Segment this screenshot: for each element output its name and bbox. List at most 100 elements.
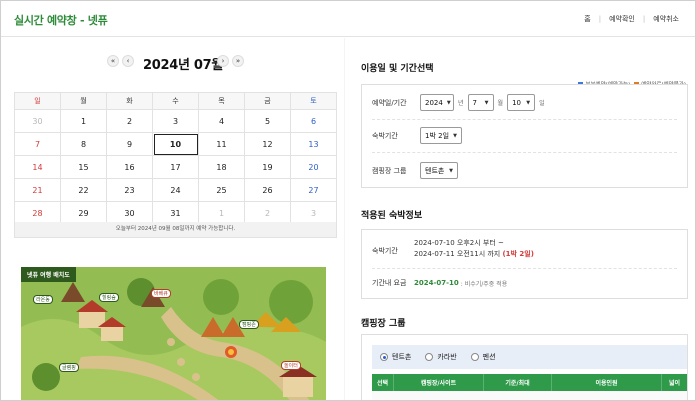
weekday-header: 수 (152, 92, 199, 110)
calendar-day-cell: 6 (290, 109, 337, 133)
calendar-table: 일 월 화 수 목 금 토 30 1 2 3 4 5 6 7 8 9 10 11… (14, 92, 337, 225)
calendar-day-cell: 8 (60, 132, 107, 156)
calendar-day-cell[interactable]: 23 (106, 178, 153, 202)
selection-box: 예약일/기간 2024 ▼ 년 7 ▼ 월 10 ▼ 일 숙박기간 1박 2일 … (361, 84, 688, 188)
chevron-down-icon: ▼ (526, 99, 531, 106)
calendar-day-cell[interactable]: 26 (244, 178, 291, 202)
stay-info-box: 숙박기간 2024-07-10 오후2시 부터 ~ 2024-07-11 오전1… (361, 229, 688, 299)
last-month-button[interactable]: » (232, 55, 244, 67)
weekday-header-row: 일 월 화 수 목 금 토 (14, 92, 337, 110)
weekday-header: 월 (60, 92, 107, 110)
rate-date: 2024-07-10 (414, 279, 459, 287)
radio-option-caravan[interactable]: 카라반 (425, 352, 457, 362)
stay-period-label: 숙박기간 (372, 247, 398, 255)
calendar-day-cell: 30 (14, 109, 61, 133)
nav-reservation-cancel-link[interactable]: 예약취소 (645, 14, 687, 24)
calendar-day-cell[interactable]: 17 (152, 155, 199, 179)
nights-value: 1박 2일 (425, 131, 450, 140)
month-unit: 월 (497, 100, 504, 107)
site-title[interactable]: 실시간 예약창 - 넷퓨 (14, 12, 108, 28)
map-label[interactable]: 바베큐 (151, 289, 171, 298)
column-header: 넓이 (668, 380, 681, 387)
rate-label: 기간내 요금 (372, 279, 407, 287)
weekday-header: 금 (244, 92, 291, 110)
calendar-day-cell[interactable]: 15 (60, 155, 107, 179)
radio-label: 텐트촌 (392, 353, 412, 361)
group-row: 캠핑장 그룹 텐트촌 ▼ (372, 162, 458, 179)
weekday-header: 목 (198, 92, 245, 110)
map-label[interactable]: 놀이터 (281, 361, 301, 370)
calendar-day-cell[interactable]: 19 (244, 155, 291, 179)
map-label[interactable]: 글램핑 (59, 363, 79, 372)
radio-option-pension[interactable]: 펜션 (470, 352, 496, 362)
browser-frame: 실시간 예약창 - 넷퓨 홈 | 예약확인 | 예약취소 « ‹ 2024년 0… (0, 0, 696, 401)
map-label[interactable]: 캠핑존 (239, 320, 259, 329)
campsite-table-header: 선택 캠핑장/사이트 기준/최대 이용인원 넓이 (372, 374, 687, 391)
calendar-day-cell[interactable]: 13 (290, 132, 337, 156)
chevron-down-icon: ▼ (484, 99, 489, 106)
stay-info-section-title: 적용된 숙박정보 (361, 211, 423, 221)
stay-end-text: 2024-07-11 오전11시 까지 (414, 250, 501, 258)
year-value: 2024 (425, 98, 443, 107)
calendar-day-cell[interactable]: 22 (60, 178, 107, 202)
calendar-availability-note: 오늘부터 2024년 09월 08일까지 예약 가능합니다. (14, 222, 337, 238)
calendar-day-cell[interactable]: 21 (14, 178, 61, 202)
rate-row: 기간내 요금 2024-07-10 : 비수기/주중 적용 (372, 278, 507, 288)
calendar-day-cell[interactable]: 11 (198, 132, 245, 156)
top-nav: 홈 | 예약확인 | 예약취소 (576, 14, 687, 24)
calendar-day-cell[interactable]: 20 (290, 155, 337, 179)
radio-unchecked-icon[interactable] (470, 353, 479, 361)
selection-section-title: 이용일 및 기간선택 (361, 64, 434, 74)
nights-label: 숙박기간 (372, 131, 398, 140)
column-header: 선택 (372, 374, 394, 391)
camp-group-section-title: 캠핑장 그룹 (361, 319, 406, 329)
radio-option-tent[interactable]: 텐트촌 (380, 352, 411, 362)
rate-description: : 비수기/주중 적용 (460, 280, 508, 288)
calendar-day-cell[interactable]: 18 (198, 155, 245, 179)
calendar-day-cell: 2 (106, 109, 153, 133)
year-unit: 년 (458, 100, 464, 107)
weekday-header: 일 (14, 92, 61, 110)
calendar-month-title: 2024년 07월 (143, 58, 224, 73)
radio-label: 카라반 (437, 353, 457, 361)
stay-period-row: 숙박기간 2024-07-10 오후2시 부터 ~ 2024-07-11 오전1… (372, 238, 534, 260)
nav-reservation-check-link[interactable]: 예약확인 (601, 14, 643, 24)
nights-select[interactable]: 1박 2일 ▼ (420, 127, 462, 144)
calendar-day-cell[interactable]: 14 (14, 155, 61, 179)
calendar-day-cell[interactable]: 16 (106, 155, 153, 179)
next-month-button[interactable]: › (217, 55, 229, 67)
year-select[interactable]: 2024 ▼ (420, 94, 454, 111)
day-select[interactable]: 10 ▼ (507, 94, 536, 111)
first-month-button[interactable]: « (107, 55, 119, 67)
calendar-day-cell: 7 (14, 132, 61, 156)
column-header: 캠핑장/사이트 (394, 374, 484, 391)
divider (372, 268, 677, 269)
campsite-map-illustration (21, 267, 326, 400)
calendar-day-cell[interactable]: 12 (244, 132, 291, 156)
prev-month-button[interactable]: ‹ (122, 55, 134, 67)
weekday-header: 화 (106, 92, 153, 110)
calendar-day-cell: 3 (152, 109, 199, 133)
campsite-map[interactable]: 넷퓨 여행 배치도 라온동 힐링숲 캠핑존 바베큐 글램핑 놀이터 (21, 267, 326, 400)
radio-checked-icon[interactable] (380, 353, 388, 361)
calendar-week-row: 30 1 2 3 4 5 6 (14, 109, 337, 133)
map-label[interactable]: 힐링숲 (99, 293, 119, 302)
day-unit: 일 (539, 100, 545, 107)
calendar-week-row: 14 15 16 17 18 19 20 (14, 155, 337, 179)
divider (372, 119, 677, 120)
group-label: 캠핑장 그룹 (372, 166, 407, 175)
group-select[interactable]: 텐트촌 ▼ (420, 162, 458, 179)
calendar-day-cell[interactable]: 24 (152, 178, 199, 202)
map-label[interactable]: 라온동 (33, 295, 53, 304)
calendar-day-cell[interactable]: 27 (290, 178, 337, 202)
camp-group-radio-bar: 텐트촌 카라반 펜션 (372, 345, 687, 369)
nights-row: 숙박기간 1박 2일 ▼ (372, 127, 462, 144)
date-row: 예약일/기간 2024 ▼ 년 7 ▼ 월 10 ▼ 일 (372, 94, 549, 111)
nav-home-link[interactable]: 홈 (576, 14, 598, 24)
calendar-day-cell: 1 (60, 109, 107, 133)
calendar-day-cell-selected[interactable]: 10 (152, 132, 199, 156)
stay-end-line: 2024-07-11 오전11시 까지 (1박 2일) (414, 249, 534, 260)
radio-unchecked-icon[interactable] (425, 353, 434, 361)
calendar-day-cell[interactable]: 25 (198, 178, 245, 202)
month-select[interactable]: 7 ▼ (467, 94, 494, 111)
